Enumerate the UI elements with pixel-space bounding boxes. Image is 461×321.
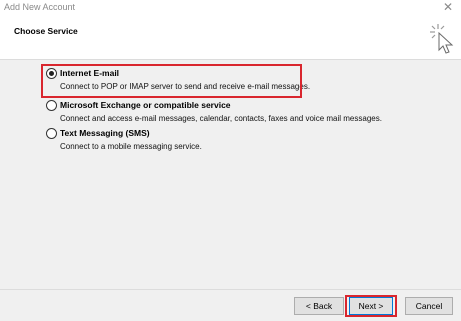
- footer-divider: [0, 289, 461, 290]
- title-bar: Add New Account ✕: [0, 0, 461, 17]
- close-icon[interactable]: ✕: [441, 0, 455, 14]
- add-new-account-dialog: Add New Account ✕ Choose Service Interne…: [0, 0, 461, 321]
- option-label: Text Messaging (SMS): [60, 128, 150, 138]
- page-title: Choose Service: [14, 26, 78, 36]
- highlight-next: [345, 295, 397, 317]
- wizard-cursor-icon: [430, 24, 454, 54]
- highlight-internet-email: [41, 64, 302, 98]
- wizard-header: Choose Service: [0, 17, 461, 60]
- radio-sms[interactable]: [46, 128, 57, 139]
- option-label: Microsoft Exchange or compatible service: [60, 100, 231, 110]
- radio-exchange[interactable]: [46, 100, 57, 111]
- option-description: Connect and access e-mail messages, cale…: [60, 114, 382, 123]
- back-button[interactable]: < Back: [294, 297, 344, 315]
- option-description: Connect to a mobile messaging service.: [60, 142, 202, 151]
- cancel-button[interactable]: Cancel: [405, 297, 453, 315]
- window-title: Add New Account: [4, 2, 76, 12]
